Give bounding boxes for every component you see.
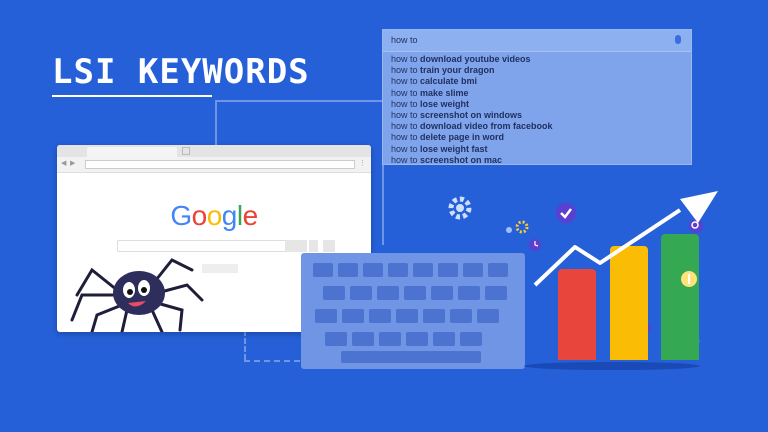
suggestion-prefix: how to bbox=[391, 121, 421, 132]
keyboard-key bbox=[406, 332, 428, 346]
menu-icon[interactable]: ⋮ bbox=[359, 159, 366, 167]
keyboard-key bbox=[413, 263, 433, 277]
suggestion-item[interactable]: how to calculate bmi bbox=[391, 76, 553, 87]
keyboard-key bbox=[396, 309, 418, 323]
keyboard-key bbox=[433, 332, 455, 346]
suggestion-prefix: how to bbox=[391, 154, 421, 165]
suggestion-term: lose weight fast bbox=[420, 143, 488, 154]
voice-search-icon[interactable] bbox=[309, 240, 318, 252]
microphone-icon[interactable] bbox=[675, 35, 681, 44]
suggestion-item[interactable]: how to screenshot on windows bbox=[391, 110, 553, 121]
forward-icon[interactable]: ▶ bbox=[70, 159, 75, 167]
trend-arrow bbox=[533, 191, 718, 287]
logo-letter: o bbox=[191, 200, 208, 231]
suggestion-list: how to download youtube videos how to tra… bbox=[391, 54, 553, 166]
suggestion-item[interactable]: how to delete page in word bbox=[391, 132, 553, 143]
suggestion-term: download youtube videos bbox=[420, 54, 531, 64]
keyboard-key bbox=[369, 309, 391, 323]
suggestion-item[interactable]: how to lose weight bbox=[391, 99, 553, 110]
gear-icon bbox=[515, 220, 529, 234]
suggestion-prefix: how to bbox=[391, 65, 421, 76]
keyboard-key bbox=[404, 286, 426, 300]
keyboard-spacebar bbox=[341, 351, 481, 363]
suggestion-prefix: how to bbox=[391, 132, 421, 143]
keyboard-key bbox=[423, 309, 445, 323]
connector-line bbox=[382, 165, 384, 245]
browser-toolbar: ◀ ▶ ⋮ bbox=[57, 157, 371, 173]
keyboard-key bbox=[431, 286, 453, 300]
keyboard-key bbox=[379, 332, 401, 346]
keyboard-illustration bbox=[301, 253, 525, 369]
suggestion-prefix: how to bbox=[391, 76, 421, 87]
spider-body bbox=[113, 271, 165, 315]
browser-tab-strip bbox=[57, 145, 371, 157]
keyboard-key bbox=[323, 286, 345, 300]
suggestion-term: screenshot on windows bbox=[420, 110, 523, 121]
suggestion-prefix: how to bbox=[391, 143, 421, 154]
keyboard-key bbox=[438, 263, 458, 277]
keyboard-key bbox=[315, 309, 337, 323]
keyboard-key bbox=[485, 286, 507, 300]
google-logo: Google bbox=[57, 200, 371, 232]
search-input[interactable]: how to bbox=[383, 30, 691, 52]
keyboard-key bbox=[350, 286, 372, 300]
dot-icon bbox=[506, 227, 512, 233]
growth-chart bbox=[524, 185, 730, 370]
connector-line bbox=[215, 100, 217, 145]
suggestion-term: delete page in word bbox=[420, 132, 505, 143]
keyboard-key bbox=[460, 332, 482, 346]
keyboard-key bbox=[463, 263, 483, 277]
keyboard-key bbox=[458, 286, 480, 300]
suggestion-term: lose weight bbox=[420, 98, 470, 109]
keyboard-key bbox=[488, 263, 508, 277]
logo-letter: o bbox=[206, 200, 223, 231]
search-suggestions-panel: how to how to download youtube videos how… bbox=[382, 29, 692, 165]
keyboard-key bbox=[313, 263, 333, 277]
back-icon[interactable]: ◀ bbox=[61, 159, 66, 167]
spider-illustration bbox=[70, 258, 204, 332]
connector-line bbox=[244, 360, 300, 362]
keyboard-key bbox=[325, 332, 347, 346]
page-title: LSI KEYWORDS bbox=[52, 52, 310, 92]
suggestion-prefix: how to bbox=[391, 54, 421, 64]
suggestion-item[interactable]: how to make slime bbox=[391, 88, 553, 99]
address-bar[interactable] bbox=[85, 160, 355, 169]
suggestion-item[interactable]: how to screenshot on mac bbox=[391, 155, 553, 166]
chart-shadow bbox=[524, 362, 700, 370]
keyboard-key bbox=[342, 309, 364, 323]
logo-letter: G bbox=[170, 200, 192, 231]
keyboard-key bbox=[388, 263, 408, 277]
suggestion-item[interactable]: how to download youtube videos bbox=[391, 54, 553, 65]
suggestion-term: calculate bmi bbox=[420, 76, 478, 87]
new-tab-icon[interactable] bbox=[182, 147, 190, 155]
suggestion-item[interactable]: how to lose weight fast bbox=[391, 144, 553, 155]
suggestion-item[interactable]: how to download video from facebook bbox=[391, 121, 553, 132]
keyboard-key bbox=[338, 263, 358, 277]
search-button[interactable] bbox=[323, 240, 335, 252]
suggestion-prefix: how to bbox=[391, 110, 421, 121]
suggestion-prefix: how to bbox=[391, 98, 421, 109]
keyboard-key bbox=[352, 332, 374, 346]
suggestion-prefix: how to bbox=[391, 87, 421, 98]
suggestion-term: screenshot on mac bbox=[420, 154, 503, 165]
browser-tab[interactable] bbox=[87, 147, 177, 157]
suggestion-item[interactable]: how to train your dragon bbox=[391, 65, 553, 76]
connector-line bbox=[215, 100, 383, 102]
suggestion-term: make slime bbox=[420, 87, 469, 98]
keyboard-key bbox=[477, 309, 499, 323]
keyboard-key bbox=[363, 263, 383, 277]
logo-letter: g bbox=[221, 200, 238, 231]
suggestion-term: train your dragon bbox=[420, 65, 495, 76]
gear-icon bbox=[448, 196, 472, 220]
connector-line bbox=[244, 330, 248, 360]
logo-letter: e bbox=[242, 200, 259, 231]
keyboard-icon[interactable] bbox=[285, 240, 307, 252]
keyboard-key bbox=[450, 309, 472, 323]
title-underline bbox=[52, 95, 212, 97]
keyboard-key bbox=[377, 286, 399, 300]
suggestion-term: download video from facebook bbox=[420, 121, 553, 132]
search-input-value: how to bbox=[391, 35, 418, 45]
